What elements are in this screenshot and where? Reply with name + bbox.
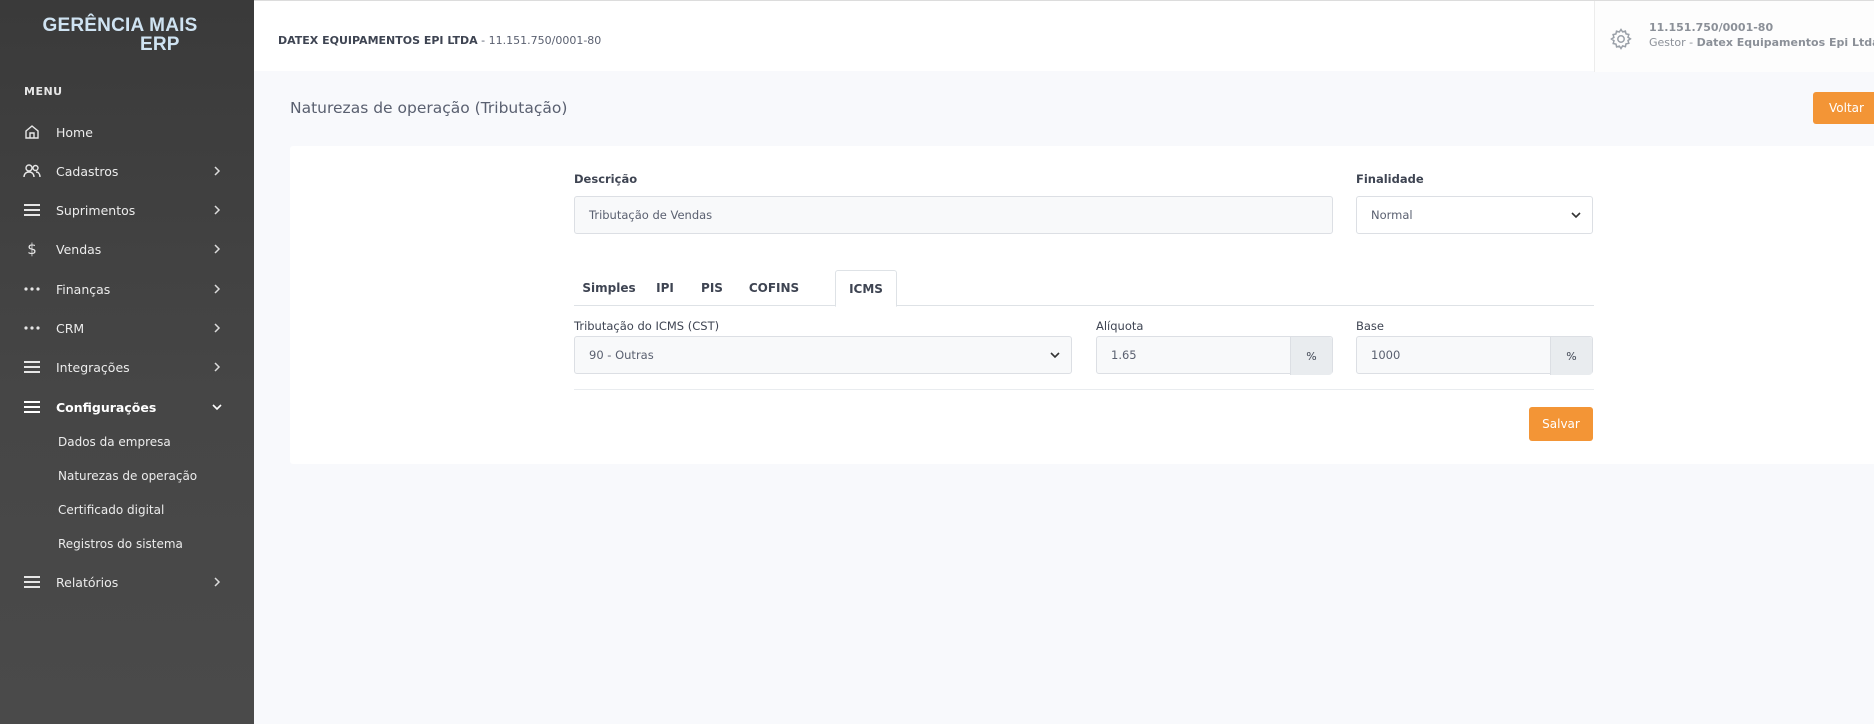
tab-cofins[interactable]: COFINS — [738, 270, 810, 306]
sidebar-item-relatorios[interactable]: Relatórios — [0, 564, 254, 600]
chevron-down-icon — [1049, 349, 1061, 361]
base-value: 1000 — [1371, 348, 1401, 362]
finalidade-label: Finalidade — [1356, 172, 1424, 186]
descricao-value: Tributação de Vendas — [589, 208, 713, 222]
chevron-down-icon — [210, 403, 224, 411]
sidebar-item-home[interactable]: Home — [0, 114, 254, 150]
users-icon — [22, 161, 42, 181]
menu-icon — [22, 200, 42, 220]
sidebar-item-label: Suprimentos — [56, 202, 136, 218]
sidebar-item-label: Relatórios — [56, 574, 119, 590]
chevron-right-icon — [210, 362, 224, 372]
home-icon — [22, 122, 42, 142]
company-cnpj: - 11.151.750/0001-80 — [477, 34, 602, 47]
descricao-label: Descrição — [574, 172, 638, 186]
sidebar-item-label: Cadastros — [56, 163, 119, 179]
sidebar: GERÊNCIA MAIS ERP MENU Home Cadastros Su… — [0, 0, 254, 724]
chevron-right-icon — [210, 166, 224, 176]
menu-heading: MENU — [24, 85, 63, 98]
sidebar-item-vendas[interactable]: $ Vendas — [0, 231, 254, 267]
sidebar-item-label: Home — [56, 124, 93, 140]
brand-line-1: GERÊNCIA MAIS — [42, 15, 198, 36]
base-input[interactable]: 1000 % — [1356, 336, 1593, 375]
aliquota-label: Alíquota — [1096, 319, 1144, 333]
sidebar-subitem-dados-empresa[interactable]: Dados da empresa — [58, 435, 171, 449]
sidebar-item-configuracoes[interactable]: Configurações — [0, 389, 254, 425]
finalidade-select[interactable]: Normal — [1356, 196, 1593, 234]
tab-simples[interactable]: Simples — [574, 270, 644, 306]
sidebar-subitem-certificado-digital[interactable]: Certificado digital — [58, 503, 164, 517]
base-label: Base — [1356, 319, 1385, 333]
chevron-right-icon — [210, 284, 224, 294]
user-company: Datex Equipamentos Epi Ltda — [1696, 36, 1874, 49]
company-info: DATEX EQUIPAMENTOS EPI LTDA - 11.151.750… — [278, 34, 601, 47]
chevron-right-icon — [210, 323, 224, 333]
chevron-right-icon — [210, 205, 224, 215]
page-title: Naturezas de operação (Tributação) — [290, 99, 568, 117]
sidebar-subitem-naturezas-operacao[interactable]: Naturezas de operação — [58, 469, 197, 483]
company-name: DATEX EQUIPAMENTOS EPI LTDA — [278, 34, 478, 47]
finalidade-value: Normal — [1371, 208, 1413, 222]
sidebar-item-financas[interactable]: Finanças — [0, 271, 254, 307]
aliquota-value: 1.65 — [1111, 348, 1137, 362]
sidebar-item-label: CRM — [56, 320, 85, 336]
base-percent-addon: % — [1550, 337, 1592, 375]
sidebar-item-label: Finanças — [56, 281, 111, 297]
sidebar-subitem-registros-sistema[interactable]: Registros do sistema — [58, 537, 183, 551]
tax-tabs: Simples IPI PIS COFINS ICMS — [574, 270, 1594, 307]
sidebar-item-integracoes[interactable]: Integrações — [0, 349, 254, 385]
aliquota-input[interactable]: 1.65 % — [1096, 336, 1333, 375]
aliquota-percent-addon: % — [1290, 337, 1332, 375]
chevron-right-icon — [210, 244, 224, 254]
dots-icon — [22, 318, 42, 338]
cst-value: 90 - Outras — [589, 348, 654, 362]
tab-pis[interactable]: PIS — [686, 270, 738, 306]
chevron-right-icon — [210, 577, 224, 587]
menu-icon — [22, 572, 42, 592]
sidebar-item-label: Integrações — [56, 359, 130, 375]
sidebar-item-crm[interactable]: CRM — [0, 310, 254, 346]
gear-icon[interactable] — [1609, 27, 1633, 51]
back-button[interactable]: Voltar — [1813, 92, 1874, 124]
tab-icms[interactable]: ICMS — [835, 270, 897, 307]
dots-icon — [22, 279, 42, 299]
brand-logo[interactable]: GERÊNCIA MAIS ERP — [40, 16, 200, 54]
menu-icon — [22, 397, 42, 417]
save-button[interactable]: Salvar — [1529, 407, 1593, 441]
chevron-down-icon — [1570, 209, 1582, 221]
dollar-icon: $ — [27, 240, 37, 258]
sidebar-item-cadastros[interactable]: Cadastros — [0, 153, 254, 189]
user-panel[interactable]: 11.151.750/0001-80 Gestor - Datex Equipa… — [1594, 1, 1874, 72]
sidebar-item-suprimentos[interactable]: Suprimentos — [0, 192, 254, 228]
tab-ipi[interactable]: IPI — [644, 270, 686, 306]
user-cnpj: 11.151.750/0001-80 — [1649, 21, 1774, 34]
user-role-label: Gestor - — [1649, 36, 1697, 49]
topbar: DATEX EQUIPAMENTOS EPI LTDA - 11.151.750… — [254, 0, 1874, 72]
cst-select[interactable]: 90 - Outras — [574, 336, 1072, 374]
menu-icon — [22, 357, 42, 377]
form-divider — [574, 389, 1594, 390]
brand-line-2: ERP — [140, 34, 180, 55]
sidebar-item-label: Vendas — [56, 241, 102, 257]
user-role: Gestor - Datex Equipamentos Epi Ltda — [1649, 36, 1874, 49]
sidebar-item-label: Configurações — [56, 399, 157, 415]
cst-label: Tributação do ICMS (CST) — [574, 319, 720, 333]
descricao-input[interactable]: Tributação de Vendas — [574, 196, 1333, 234]
